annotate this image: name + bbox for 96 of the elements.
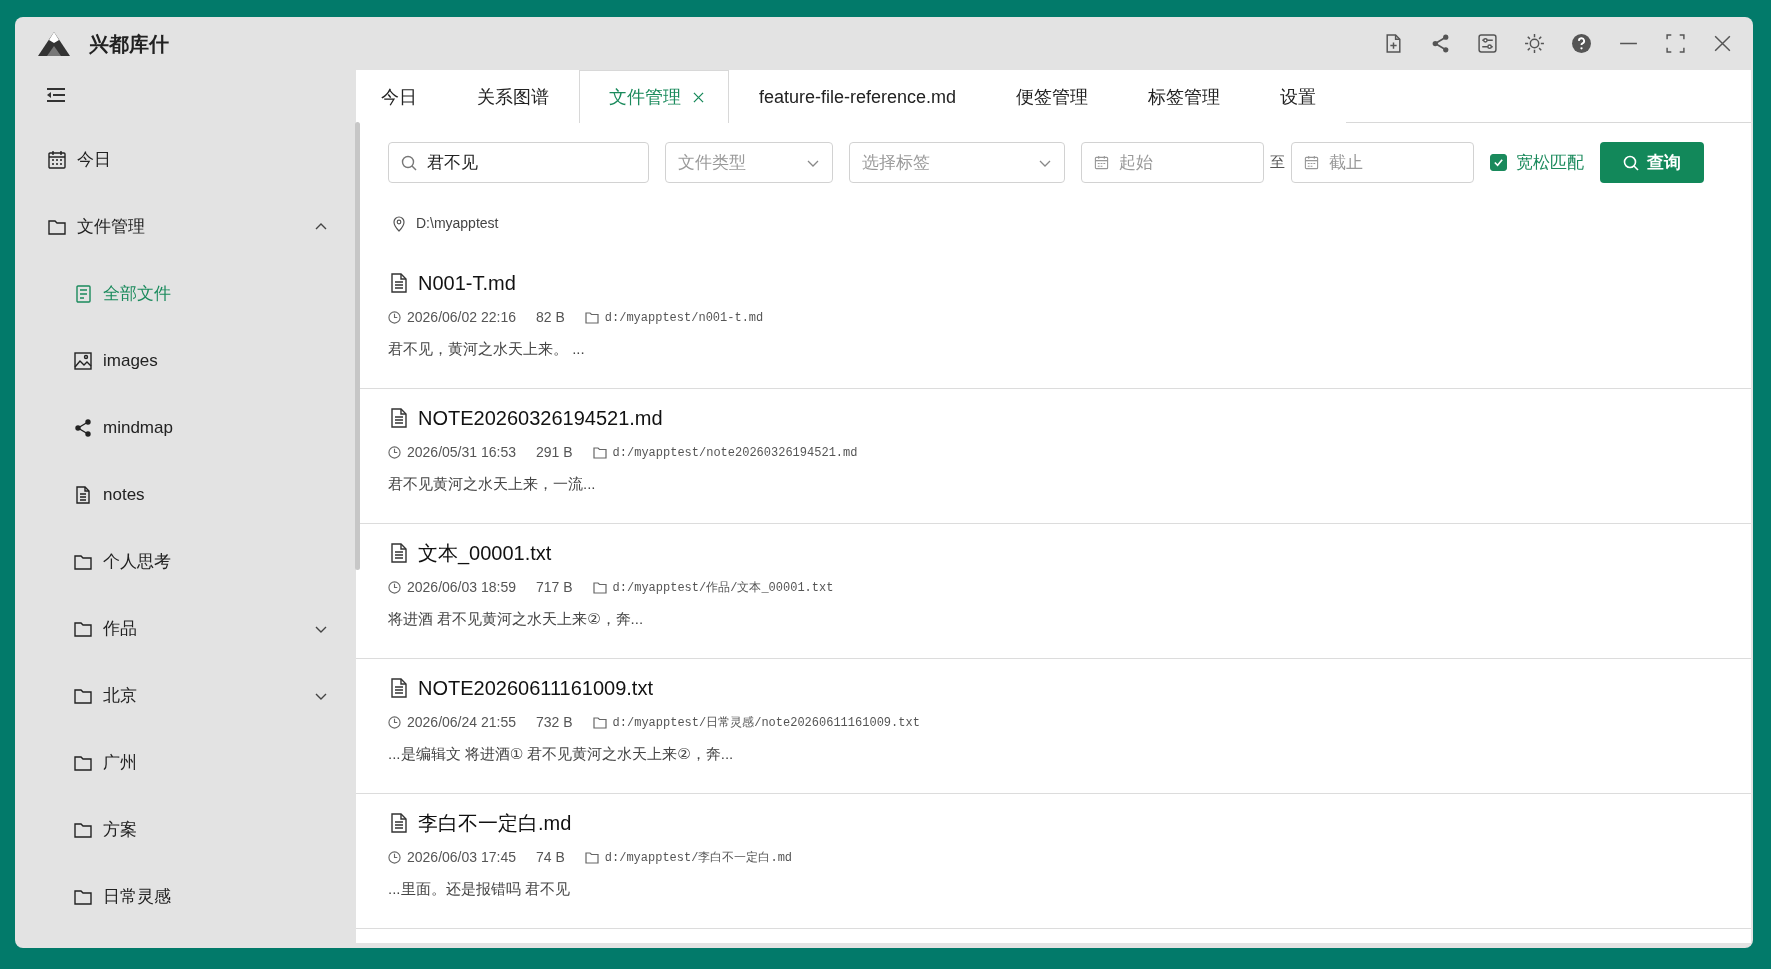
folder-icon (592, 716, 607, 729)
folder-icon (592, 446, 607, 459)
result-card[interactable]: NOTE20260326194521.md 2026/05/31 16:53 291 B d:/myapptest/note20260326194521.md 君不见黄河之水天上来，一流... (356, 389, 1751, 524)
file-path: d:/myapptest/note20260326194521.md (612, 444, 858, 462)
start-date-picker[interactable]: 起始 (1081, 142, 1264, 183)
end-date-field[interactable]: 截止 (1329, 143, 1461, 182)
document-icon (390, 273, 408, 293)
app-title: 兴都库什 (89, 31, 169, 57)
modified-time: 2026/06/24 21:55 (407, 713, 516, 732)
snippet: 君不见，黄河之水天上来。 ... (388, 339, 586, 359)
search-field[interactable]: 君不见 (427, 143, 636, 182)
file-path: d:/myapptest/李白不一定白.md (604, 849, 793, 867)
sidebar-item[interactable]: 全部文件 (15, 260, 356, 327)
clock-icon (388, 851, 401, 864)
search-icon (1623, 154, 1639, 171)
sidebar-item[interactable]: 广州 (15, 729, 356, 796)
search-icon (401, 154, 417, 171)
maximize-icon[interactable] (1665, 33, 1686, 54)
sun-icon[interactable] (1524, 33, 1545, 54)
clock-icon (388, 581, 401, 594)
end-date-picker[interactable]: 截止 (1291, 142, 1474, 183)
file-size: 82 B (536, 308, 565, 327)
document-icon (390, 408, 408, 428)
sidebar-item[interactable]: mindmap (15, 394, 356, 461)
search-box[interactable]: 君不见 (388, 142, 649, 183)
new-file-icon[interactable] (1383, 33, 1404, 54)
document-icon (390, 813, 408, 833)
result-card[interactable]: 李白不一定白.md 2026/06/03 17:45 74 B d:/myapptest/李白不一定白.md ...里面。还是报错吗 君不见 (356, 794, 1751, 929)
snippet: 将进酒 君不见黄河之水天上来②，奔... (388, 609, 645, 629)
sidebar-item[interactable]: images (15, 327, 356, 394)
calendar-icon (1094, 155, 1109, 170)
tag-select[interactable]: 选择标签 (862, 143, 1038, 182)
folder-icon (584, 851, 599, 864)
search-button[interactable]: 查询 (1600, 142, 1704, 183)
clock-icon (388, 311, 401, 324)
calendar-icon (47, 149, 67, 170)
folder-path: D:\myapptest (416, 214, 499, 233)
sidebar-item[interactable]: 作品 (15, 595, 356, 662)
file-type-dropdown[interactable]: 文件类型 (665, 142, 833, 183)
file-name[interactable]: NOTE20260611161009.txt (418, 673, 653, 703)
file-size: 717 B (536, 578, 573, 597)
sidebar-item[interactable]: 北京 (15, 662, 356, 729)
close-icon[interactable] (1712, 33, 1733, 54)
file-name[interactable]: NOTE20260326194521.md (418, 403, 663, 433)
modified-time: 2026/05/31 16:53 (407, 443, 516, 462)
result-card[interactable]: 文本_00001.txt 2026/06/03 18:59 717 B d:/myapptest/作品/文本_00001.txt 将进酒 君不见黄河之水天上来②，奔... (356, 524, 1751, 659)
calendar-icon (1304, 155, 1319, 170)
file-size: 732 B (536, 713, 573, 732)
modified-time: 2026/06/02 22:16 (407, 308, 516, 327)
snippet: ...是编辑文 将进酒① 君不见黄河之水天上来②，奔... (388, 744, 735, 764)
sidebar-item[interactable]: 日常灵感 (15, 863, 356, 930)
mountain-logo-icon (37, 30, 71, 57)
document-icon (390, 678, 408, 698)
file-path: d:/myapptest/作品/文本_00001.txt (612, 579, 834, 597)
settings-icon[interactable] (1477, 33, 1498, 54)
file-path: d:/myapptest/n001-t.md (604, 309, 764, 327)
tab[interactable]: 文件管理 (579, 70, 729, 123)
clock-icon (388, 716, 401, 729)
help-icon[interactable] (1571, 33, 1592, 54)
folder-icon (584, 311, 599, 324)
snippet: 君不见黄河之水天上来，一流... (388, 474, 597, 494)
result-card[interactable]: NOTE20260611161009.txt 2026/06/24 21:55 732 B d:/myapptest/日常灵感/note20260611161009.txt ...是编辑文 将进酒① 君不见黄河之水天上来②，奔... (356, 659, 1751, 794)
sidebar-item[interactable]: notes (15, 461, 356, 528)
share-icon[interactable] (1430, 33, 1451, 54)
sidebar-item[interactable]: 个人思考 (15, 528, 356, 595)
scrollbar[interactable] (355, 122, 360, 570)
image-icon (73, 350, 93, 371)
sidebar-item[interactable]: 今日 (15, 126, 356, 193)
file-path: d:/myapptest/日常灵感/note20260611161009.txt (612, 714, 920, 732)
file-type-select[interactable]: 文件类型 (678, 143, 806, 182)
start-date-field[interactable]: 起始 (1119, 143, 1251, 182)
clock-icon (388, 446, 401, 459)
range-separator: 至 (1270, 152, 1285, 173)
document-icon (73, 283, 93, 304)
file-name[interactable]: N001-T.md (418, 268, 516, 298)
loose-match-checkbox[interactable]: 宽松匹配 (1490, 149, 1584, 176)
tab[interactable]: 今日 (356, 70, 447, 123)
snippet: ...里面。还是报错吗 君不见 (388, 879, 571, 899)
tag-dropdown[interactable]: 选择标签 (849, 142, 1065, 183)
share-icon (73, 417, 93, 438)
sidebar-item[interactable]: 文件管理 (15, 193, 356, 260)
check-icon (1493, 157, 1504, 168)
folder-icon (592, 581, 607, 594)
file-name[interactable]: 李白不一定白.md (418, 808, 572, 838)
file-name[interactable]: 文本_00001.txt (418, 538, 552, 568)
document-icon (390, 543, 408, 563)
modified-time: 2026/06/03 18:59 (407, 578, 516, 597)
location-pin-icon (392, 215, 406, 232)
close-icon[interactable] (693, 91, 704, 103)
file-size: 74 B (536, 848, 565, 867)
document-icon (73, 484, 93, 505)
file-size: 291 B (536, 443, 573, 462)
sidebar-item[interactable]: 方案 (15, 796, 356, 863)
modified-time: 2026/06/03 17:45 (407, 848, 516, 867)
result-card[interactable]: N001-T.md 2026/06/02 22:16 82 B d:/myapptest/n001-t.md 君不见，黄河之水天上来。 ... (356, 254, 1751, 389)
menu-icon[interactable] (47, 88, 65, 102)
